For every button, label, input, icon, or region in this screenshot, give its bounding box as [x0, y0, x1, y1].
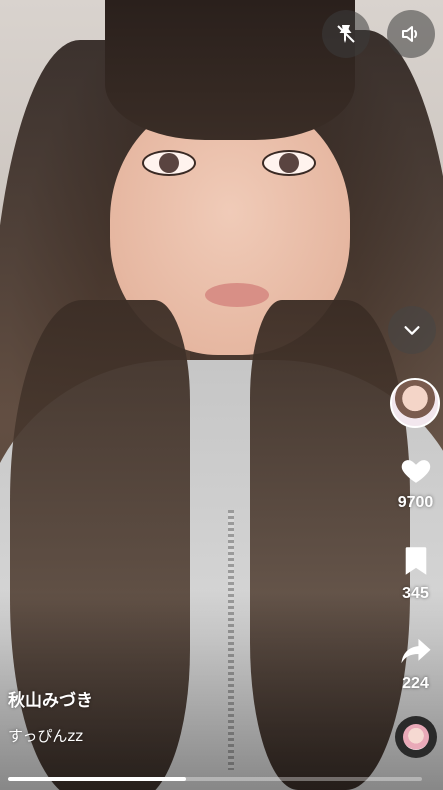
chevron-down-icon	[404, 326, 420, 335]
video-frame[interactable]	[0, 0, 443, 790]
bookmark-icon	[398, 543, 434, 579]
share-arrow-icon	[398, 633, 434, 669]
progress-fill	[8, 777, 187, 781]
video-player[interactable]: 9700 345 224 秋山みづき すっぴんzz	[0, 0, 443, 790]
video-caption: すっぴんzz	[8, 727, 84, 745]
heart-icon	[398, 452, 434, 488]
progress-bar[interactable]	[8, 777, 422, 781]
pin-toggle-button[interactable]	[322, 10, 370, 58]
save-button[interactable]: 345	[388, 543, 443, 603]
share-button[interactable]: 224	[388, 633, 443, 693]
volume-button[interactable]	[387, 10, 435, 58]
collapse-button[interactable]	[388, 306, 436, 354]
volume-icon	[402, 26, 418, 42]
author-avatar[interactable]	[390, 378, 440, 428]
author-name[interactable]: 秋山みづき	[8, 686, 93, 711]
share-count: 224	[402, 675, 429, 692]
like-button[interactable]: 9700	[388, 452, 443, 512]
music-disc-icon	[403, 724, 429, 750]
save-count: 345	[402, 585, 429, 602]
like-count: 9700	[397, 494, 434, 511]
music-disc-button[interactable]	[395, 716, 437, 758]
pin-slash-icon	[337, 25, 355, 43]
